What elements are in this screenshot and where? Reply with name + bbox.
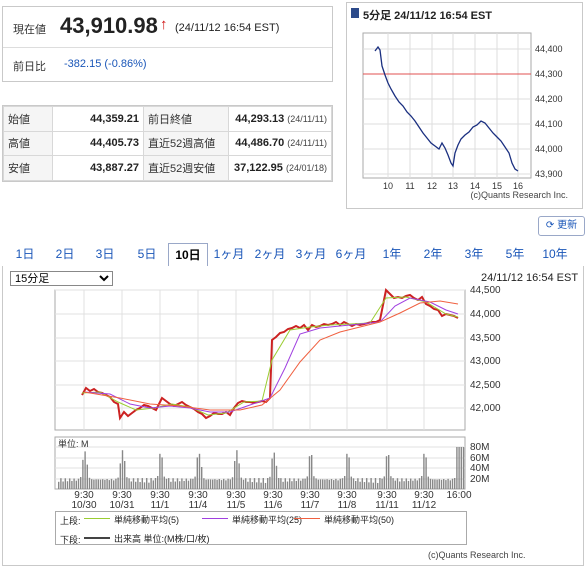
tab-9[interactable]: 1年 xyxy=(373,243,411,265)
high52-date: (24/11/11) xyxy=(287,138,327,149)
mini-chart-panel: 5分足 24/11/12 16:54 EST 44,400 44,300 44,20… xyxy=(346,2,583,209)
quote-panel: 現在値 43,910.98 ↑ (24/11/12 16:54 EST) 前日比… xyxy=(2,6,333,82)
tab-6[interactable]: 2ヶ月 xyxy=(251,243,289,265)
mini-y-label: 44,000 xyxy=(535,144,563,154)
refresh-button[interactable]: ⟳ 更新 xyxy=(538,216,585,236)
refresh-icon: ⟳ xyxy=(545,220,555,231)
interval-select[interactable]: 15分足 xyxy=(10,271,113,286)
volume-swatch xyxy=(84,537,110,539)
stats-table: 始値 44,359.21 前日終値 44,293.13 (24/11/11) 高… xyxy=(2,105,333,182)
low52-date: (24/01/18) xyxy=(285,163,327,174)
mini-chart-credit: (c)Quants Research Inc. xyxy=(470,190,568,200)
chart-legend: 上段: 単純移動平均(5) 単純移動平均(25) 単純移動平均(50) 下段: … xyxy=(55,511,467,545)
tab-10[interactable]: 2年 xyxy=(414,243,452,265)
low-label: 安値 xyxy=(3,155,53,181)
tab-12[interactable]: 5年 xyxy=(496,243,534,265)
legend-volume: 出来高 単位:(M株/口/枚) xyxy=(114,534,210,544)
up-arrow-icon: ↑ xyxy=(160,16,168,33)
tab-1[interactable]: 2日 xyxy=(46,243,84,265)
mini-x-label: 13 xyxy=(448,181,458,191)
current-price-row: 現在値 43,910.98 ↑ (24/11/12 16:54 EST) xyxy=(3,7,332,48)
mini-y-label: 44,300 xyxy=(535,69,563,79)
prev-close-cell: 44,293.13 (24/11/11) xyxy=(228,106,332,132)
prev-close-value: 44,293.13 xyxy=(235,112,285,125)
ma50-swatch xyxy=(294,518,320,519)
mini-x-label: 12 xyxy=(427,181,437,191)
tab-8[interactable]: 6ヶ月 xyxy=(332,243,370,265)
mini-y-label: 43,900 xyxy=(535,169,563,179)
mini-chart-svg: 44,400 44,300 44,200 44,100 44,000 43,900 10 1… xyxy=(362,32,563,191)
current-price: 43,910.98 xyxy=(60,13,158,38)
refresh-label: 更新 xyxy=(557,220,578,231)
change-row: 前日比 -382.15 (-0.86%) xyxy=(3,47,332,81)
low52-value: 37,122.95 xyxy=(233,162,283,175)
high-value: 44,405.73 xyxy=(52,130,144,157)
volume-unit-label: 単位: M xyxy=(58,439,89,449)
open-value: 44,359.21 xyxy=(52,106,144,132)
change-label: 前日比 xyxy=(13,61,46,73)
main-chart-timestamp: 24/11/12 16:54 EST xyxy=(481,272,579,284)
tab-11[interactable]: 3年 xyxy=(455,243,493,265)
legend-ma50: 単純移動平均(50) xyxy=(324,515,395,525)
mini-y-label: 44,200 xyxy=(535,94,563,104)
high52-label: 直近52週高値 xyxy=(143,130,229,157)
period-tabs: 1日 2日 3日 5日 10日 1ヶ月 2ヶ月 3ヶ月 6ヶ月 1年 2年 3年 5年 10年 xyxy=(2,240,584,268)
change-value: -382.15 (-0.86%) xyxy=(64,58,147,70)
mini-x-label: 10 xyxy=(383,181,393,191)
tab-0[interactable]: 1日 xyxy=(6,243,44,265)
tab-5[interactable]: 1ヶ月 xyxy=(210,243,248,265)
tab-2[interactable]: 3日 xyxy=(86,243,124,265)
open-label: 始値 xyxy=(3,106,53,132)
mini-x-label: 11 xyxy=(405,181,414,191)
mini-y-label: 44,400 xyxy=(535,44,563,54)
tab-13[interactable]: 10年 xyxy=(536,243,574,265)
high-label: 高値 xyxy=(3,130,53,157)
legend-ma5: 単純移動平均(5) xyxy=(114,515,179,525)
legend-lower-label: 下段: xyxy=(60,535,81,545)
mini-y-label: 44,100 xyxy=(535,119,563,129)
low52-label: 直近52週安値 xyxy=(143,155,229,181)
ma25-swatch xyxy=(202,518,228,519)
tab-3[interactable]: 5日 xyxy=(128,243,166,265)
tab-4[interactable]: 10日 xyxy=(168,243,208,266)
high52-value: 44,486.70 xyxy=(235,137,285,150)
current-label: 現在値 xyxy=(13,24,46,36)
main-chart-credit: (c)Quants Research Inc. xyxy=(428,550,526,560)
legend-ma25: 単純移動平均(25) xyxy=(232,515,303,525)
high52-cell: 44,486.70 (24/11/11) xyxy=(228,130,332,157)
low52-cell: 37,122.95 (24/01/18) xyxy=(228,155,332,181)
current-timestamp: (24/11/12 16:54 EST) xyxy=(175,22,280,34)
prev-close-date: (24/11/11) xyxy=(287,113,327,124)
ma5-swatch xyxy=(84,518,110,519)
prev-close-label: 前日終値 xyxy=(143,106,229,132)
tab-7[interactable]: 3ヶ月 xyxy=(292,243,330,265)
low-value: 43,887.27 xyxy=(52,155,144,181)
legend-upper-label: 上段: xyxy=(60,516,81,526)
